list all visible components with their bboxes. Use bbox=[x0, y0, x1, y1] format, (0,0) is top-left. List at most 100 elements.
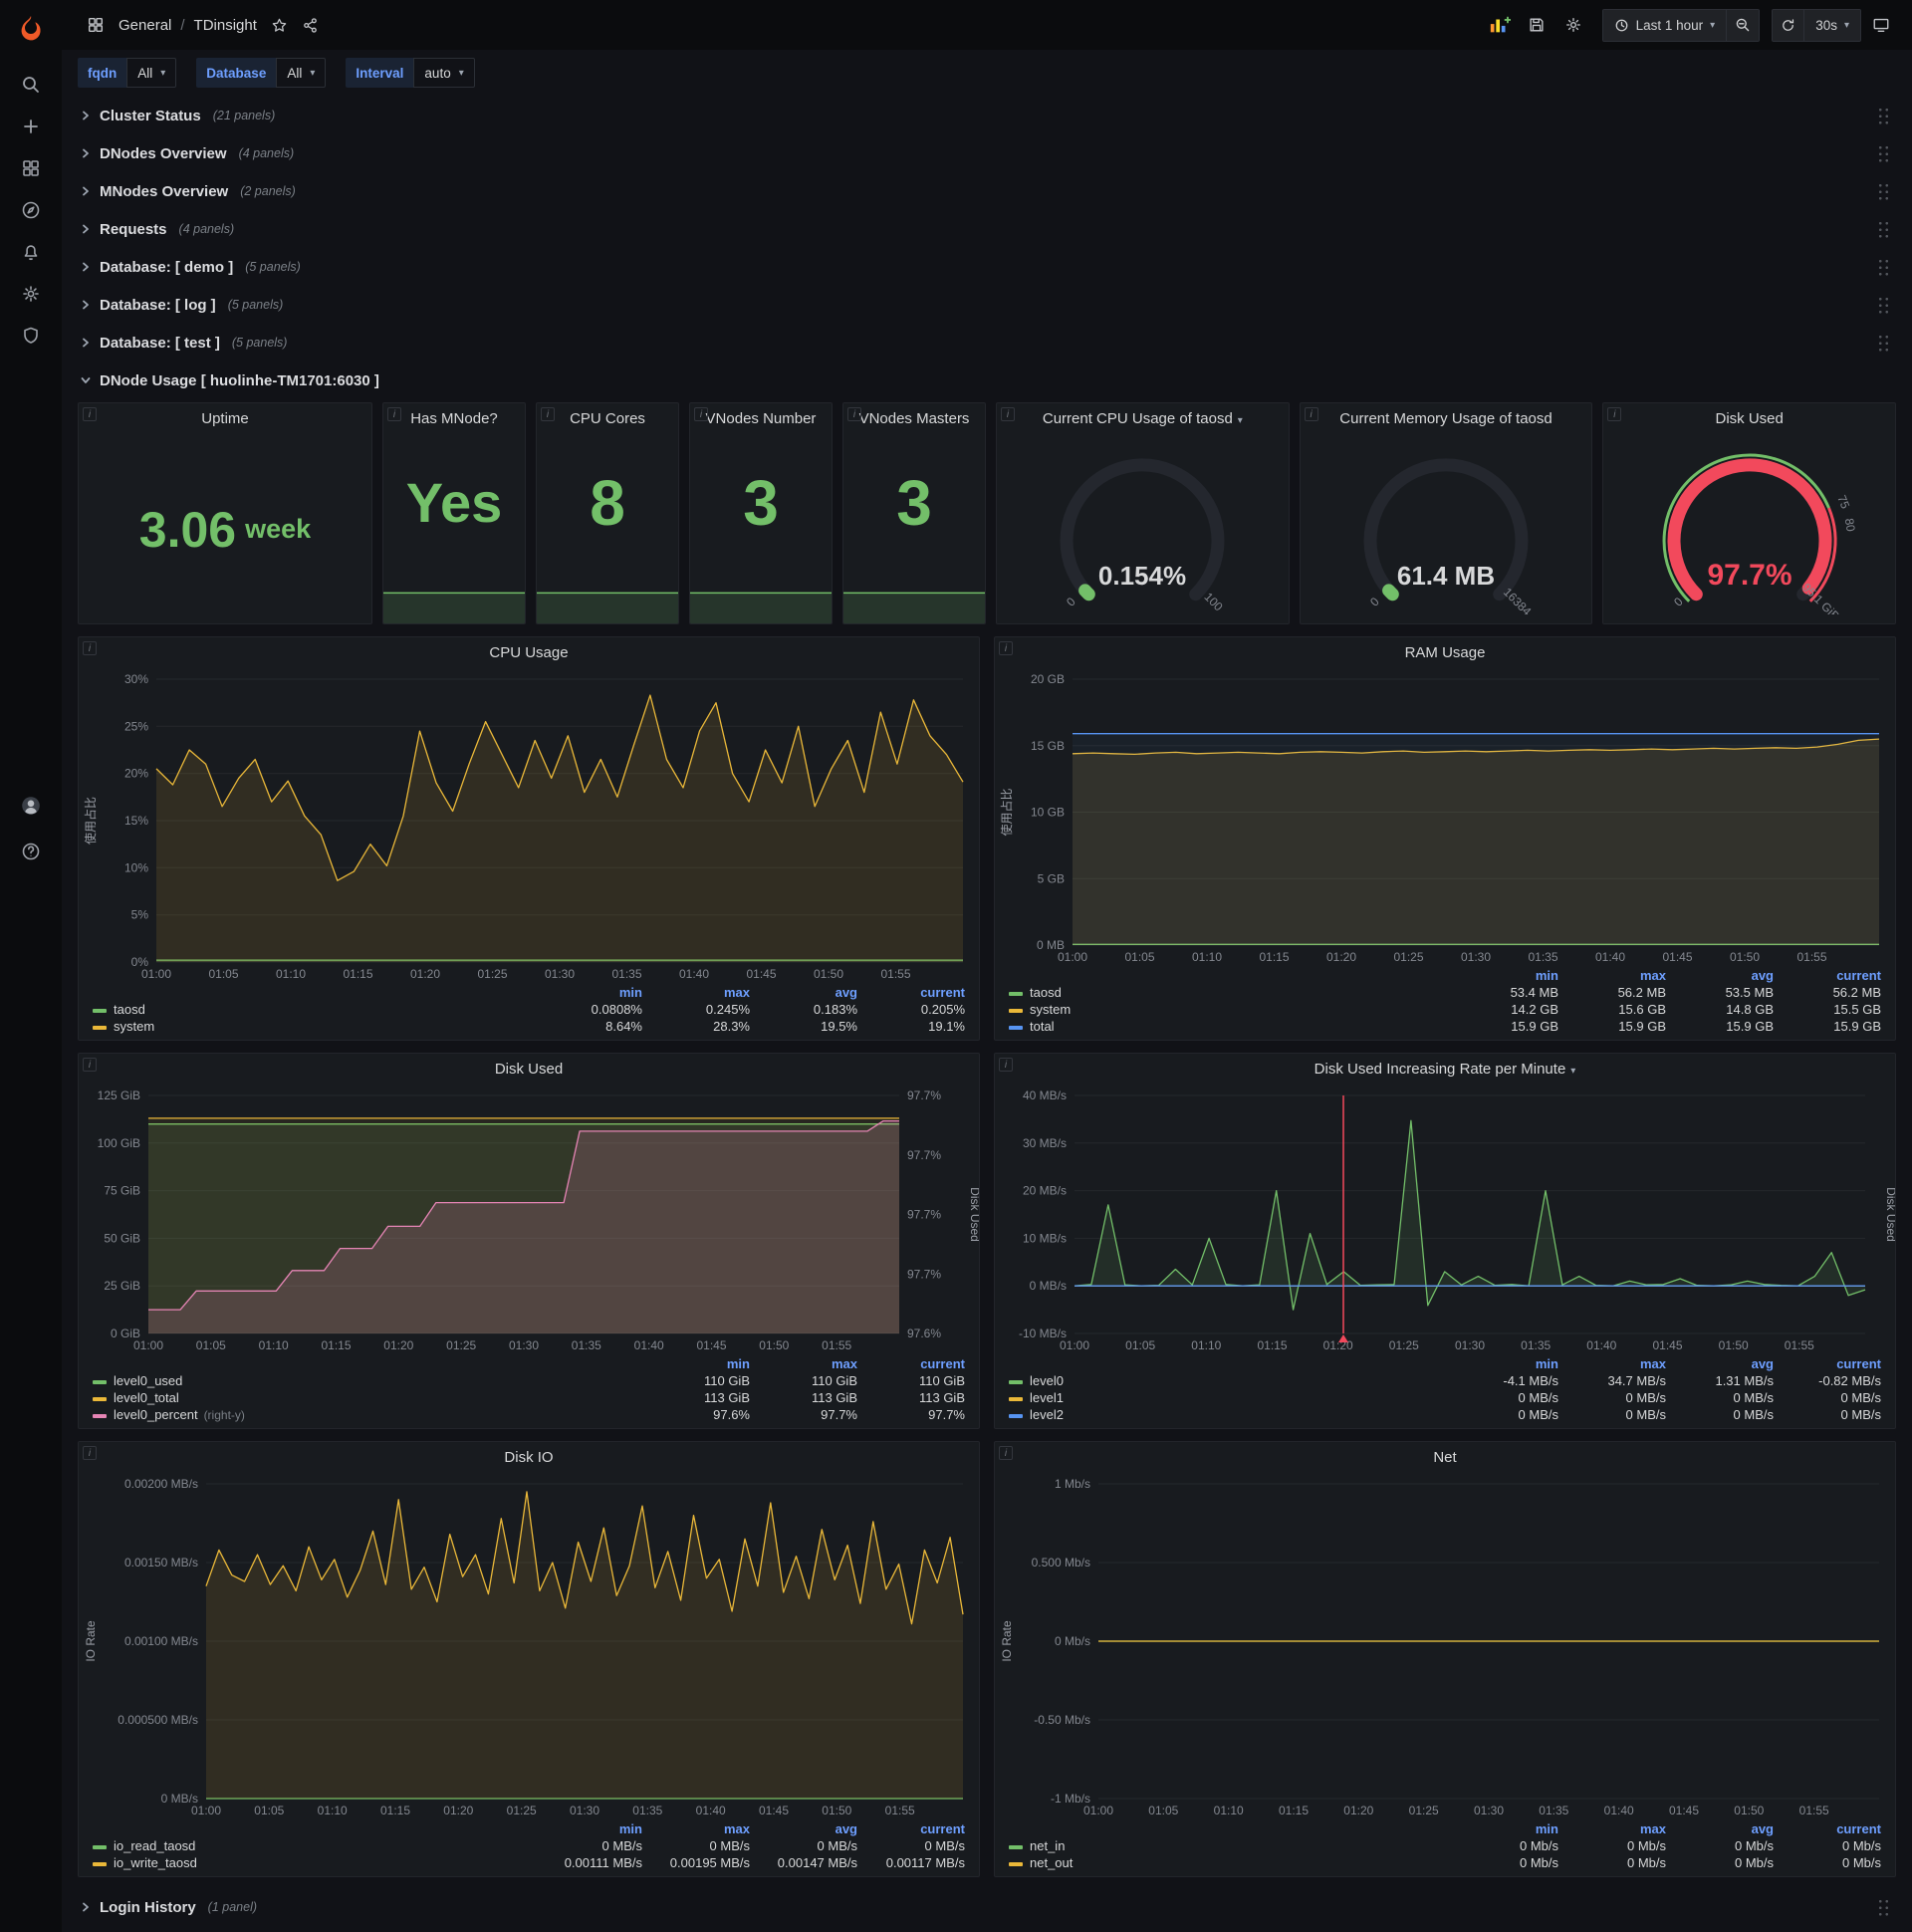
legend-header-avg[interactable]: avg bbox=[754, 984, 861, 1001]
panel-title[interactable]: Disk Used bbox=[79, 1054, 979, 1086]
panel-info-icon[interactable]: i bbox=[999, 1446, 1013, 1460]
legend-header-current[interactable]: current bbox=[1778, 1355, 1885, 1372]
legend-series-name[interactable]: level0_percent bbox=[114, 1407, 198, 1422]
create-plus-icon[interactable] bbox=[8, 106, 54, 147]
legend-header-min[interactable]: min bbox=[539, 984, 646, 1001]
legend-header-current[interactable]: current bbox=[861, 1820, 969, 1837]
row-drag-handle[interactable] bbox=[1877, 334, 1890, 353]
dashboard-settings-icon[interactable] bbox=[1556, 8, 1590, 42]
add-panel-icon[interactable] bbox=[1483, 8, 1517, 42]
panel-title[interactable]: Has MNode? bbox=[383, 403, 525, 435]
legend-series-name[interactable]: level0_total bbox=[114, 1390, 179, 1405]
dashboard-row-database-test[interactable]: Database: [ test ] (5 panels) bbox=[78, 325, 1896, 361]
panel-title[interactable]: VNodes Number bbox=[690, 403, 832, 435]
legend-series-name[interactable]: io_read_taosd bbox=[114, 1838, 195, 1853]
row-drag-handle[interactable] bbox=[1877, 258, 1890, 277]
legend-series-name[interactable]: total bbox=[1030, 1019, 1055, 1034]
legend-series-name[interactable]: level0_used bbox=[114, 1373, 182, 1388]
refresh-button[interactable] bbox=[1773, 9, 1804, 41]
panel-title[interactable]: CPU Usage bbox=[79, 637, 979, 669]
panel-info-icon[interactable]: i bbox=[999, 1058, 1013, 1072]
row-drag-handle[interactable] bbox=[1877, 182, 1890, 201]
dashboard-row-dnodes-overview[interactable]: DNodes Overview (4 panels) bbox=[78, 135, 1896, 171]
legend-header-avg[interactable]: avg bbox=[1670, 1355, 1778, 1372]
legend-header-min[interactable]: min bbox=[646, 1355, 754, 1372]
chart-plot[interactable]: 0 MB5 GB10 GB15 GB20 GB01:00 01:05 01:10 01… bbox=[995, 669, 1895, 967]
legend-series-name[interactable]: system bbox=[114, 1019, 154, 1034]
panel-title[interactable]: Uptime bbox=[79, 403, 371, 435]
panel-info-icon[interactable]: i bbox=[694, 407, 708, 421]
legend-header-max[interactable]: max bbox=[754, 1355, 861, 1372]
legend-header-min[interactable]: min bbox=[1455, 967, 1562, 984]
legend-series-name[interactable]: taosd bbox=[114, 1002, 145, 1017]
panel-title[interactable]: VNodes Masters bbox=[843, 403, 985, 435]
panel-menu-caret[interactable]: ▾ bbox=[1570, 1066, 1575, 1077]
row-drag-handle[interactable] bbox=[1877, 144, 1890, 163]
panel-info-icon[interactable]: i bbox=[83, 1446, 97, 1460]
panel-title[interactable]: CPU Cores bbox=[537, 403, 678, 435]
dashboard-apps-icon[interactable] bbox=[79, 8, 113, 42]
legend-series-name[interactable]: net_out bbox=[1030, 1855, 1073, 1870]
dashboard-row-cluster-status[interactable]: Cluster Status (21 panels) bbox=[78, 98, 1896, 133]
legend-series-name[interactable]: taosd bbox=[1030, 985, 1062, 1000]
legend-header-min[interactable]: min bbox=[1455, 1355, 1562, 1372]
legend-series-name[interactable]: io_write_taosd bbox=[114, 1855, 197, 1870]
chart-plot[interactable]: -1 Mb/s-0.50 Mb/s0 Mb/s0.500 Mb/s1 Mb/s0… bbox=[995, 1474, 1895, 1820]
variable-value-dropdown[interactable]: auto ▾ bbox=[413, 58, 475, 88]
dashboard-row-requests[interactable]: Requests (4 panels) bbox=[78, 211, 1896, 247]
panel-info-icon[interactable]: i bbox=[999, 641, 1013, 655]
legend-header-max[interactable]: max bbox=[646, 1820, 754, 1837]
breadcrumb-folder[interactable]: General bbox=[119, 17, 171, 34]
grafana-logo[interactable] bbox=[10, 8, 52, 50]
legend-header-max[interactable]: max bbox=[1562, 1355, 1670, 1372]
variable-value-dropdown[interactable]: All ▾ bbox=[126, 58, 177, 88]
row-drag-handle[interactable] bbox=[1877, 296, 1890, 315]
panel-info-icon[interactable]: i bbox=[847, 407, 861, 421]
zoom-out-button[interactable] bbox=[1726, 9, 1760, 41]
help-icon[interactable] bbox=[8, 831, 54, 872]
variable-value-dropdown[interactable]: All ▾ bbox=[276, 58, 327, 88]
panel-title[interactable]: RAM Usage bbox=[995, 637, 1895, 669]
panel-info-icon[interactable]: i bbox=[1001, 407, 1015, 421]
panel-info-icon[interactable]: i bbox=[83, 407, 97, 421]
panel-info-icon[interactable]: i bbox=[1607, 407, 1622, 421]
avatar[interactable] bbox=[8, 785, 54, 827]
search-icon[interactable] bbox=[8, 64, 54, 106]
legend-series-name[interactable]: system bbox=[1030, 1002, 1071, 1017]
breadcrumb-title[interactable]: TDinsight bbox=[194, 17, 257, 34]
legend-series-name[interactable]: net_in bbox=[1030, 1838, 1065, 1853]
legend-header-min[interactable]: min bbox=[539, 1820, 646, 1837]
dashboard-row-database-log[interactable]: Database: [ log ] (5 panels) bbox=[78, 287, 1896, 323]
legend-header-current[interactable]: current bbox=[1778, 1820, 1885, 1837]
legend-header-avg[interactable]: avg bbox=[1670, 1820, 1778, 1837]
chart-plot[interactable]: 0 GiB25 GiB50 GiB75 GiB100 GiB125 GiB97.… bbox=[79, 1086, 982, 1355]
cycle-view-icon[interactable] bbox=[1864, 8, 1898, 42]
panel-info-icon[interactable]: i bbox=[83, 641, 97, 655]
chart-plot[interactable]: 0%5%10%15%20%25%30%01:00 01:05 01:10 01:15 0… bbox=[79, 669, 979, 984]
legend-header-min[interactable]: min bbox=[1455, 1820, 1562, 1837]
settings-gear-icon[interactable] bbox=[8, 273, 54, 315]
dashboards-icon[interactable] bbox=[8, 147, 54, 189]
legend-series-name[interactable]: level0 bbox=[1030, 1373, 1064, 1388]
panel-title[interactable]: Net bbox=[995, 1442, 1895, 1474]
panel-title[interactable]: Disk Used bbox=[1716, 403, 1784, 435]
legend-header-current[interactable]: current bbox=[861, 1355, 969, 1372]
legend-header-max[interactable]: max bbox=[1562, 967, 1670, 984]
legend-header-max[interactable]: max bbox=[646, 984, 754, 1001]
row-drag-handle[interactable] bbox=[1877, 220, 1890, 239]
legend-series-name[interactable]: level2 bbox=[1030, 1407, 1064, 1422]
alerts-bell-icon[interactable] bbox=[8, 231, 54, 273]
chart-plot[interactable]: -10 MB/s0 MB/s10 MB/s20 MB/s30 MB/s40 MB… bbox=[995, 1086, 1898, 1355]
panel-info-icon[interactable]: i bbox=[387, 407, 401, 421]
time-range-button[interactable]: Last 1 hour ▾ bbox=[1602, 9, 1727, 41]
row-drag-handle[interactable] bbox=[1877, 1898, 1890, 1917]
dashboard-row-database-demo[interactable]: Database: [ demo ] (5 panels) bbox=[78, 249, 1896, 285]
share-icon[interactable] bbox=[297, 8, 325, 42]
legend-series-name[interactable]: level1 bbox=[1030, 1390, 1064, 1405]
save-dashboard-icon[interactable] bbox=[1520, 8, 1554, 42]
chart-plot[interactable]: 0 MB/s0.000500 MB/s0.00100 MB/s0.00150 M… bbox=[79, 1474, 979, 1820]
legend-header-avg[interactable]: avg bbox=[1670, 967, 1778, 984]
panel-info-icon[interactable]: i bbox=[1304, 407, 1318, 421]
panel-title[interactable]: Current Memory Usage of taosd bbox=[1339, 403, 1552, 435]
panel-title[interactable]: Disk Used Increasing Rate per Minute ▾ bbox=[995, 1054, 1895, 1086]
